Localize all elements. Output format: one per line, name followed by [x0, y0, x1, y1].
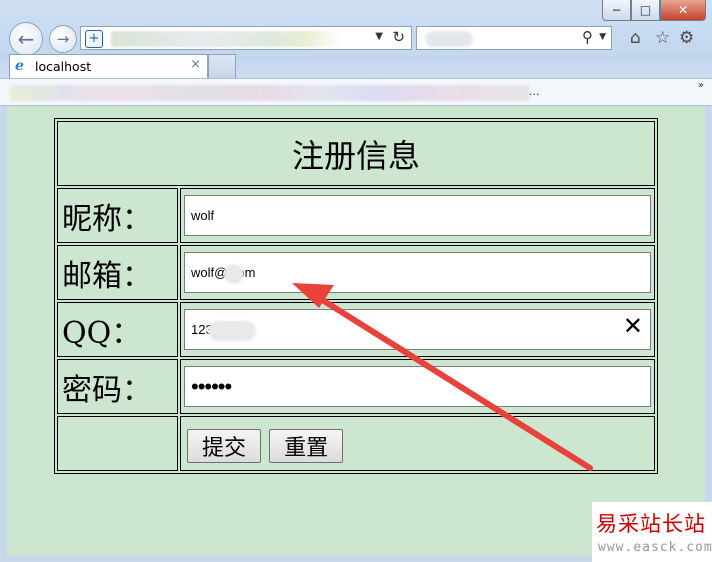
favorites-bar: ... »	[0, 78, 712, 106]
search-box[interactable]: ⚲ ▼	[416, 26, 612, 50]
forward-button[interactable]: →	[49, 25, 77, 53]
minimize-button[interactable]: −	[602, 0, 631, 21]
gear-icon[interactable]: ⚙	[679, 28, 694, 48]
search-text-blurred	[425, 31, 473, 47]
address-url-blurred	[111, 31, 341, 47]
page-content: 注册信息 昵称： 邮箱： QQ： ✕	[7, 106, 705, 556]
address-bar[interactable]: + ▼ ↻	[80, 26, 412, 50]
qq-wrapper: ✕	[184, 309, 651, 350]
back-button[interactable]: ←	[9, 22, 43, 56]
favorites-more-icon[interactable]: »	[698, 80, 704, 91]
form-title: 注册信息	[57, 121, 655, 186]
email-redaction	[224, 264, 244, 284]
watermark-url: www.easck.com	[598, 540, 712, 555]
back-arrow-icon: ←	[17, 27, 35, 51]
ie-logo-icon: e	[15, 58, 24, 74]
password-input[interactable]	[184, 366, 651, 407]
window-controls: − □ ✕	[602, 0, 706, 21]
close-window-button[interactable]: ✕	[660, 0, 706, 21]
search-icon[interactable]: ⚲	[582, 28, 593, 46]
close-tab-icon[interactable]: ×	[190, 57, 201, 72]
watermark: 易采站长站 www.easck.com	[592, 502, 712, 562]
watermark-text: 易采站长站	[596, 512, 706, 536]
email-label: 邮箱：	[57, 245, 178, 300]
qq-label: QQ：	[57, 302, 178, 357]
shield-icon: +	[85, 30, 103, 48]
nickname-cell	[180, 188, 655, 243]
window-frame-left	[0, 106, 7, 562]
qq-cell: ✕	[180, 302, 655, 357]
chevron-down-icon[interactable]: ▼	[599, 32, 606, 42]
email-wrapper	[184, 252, 651, 293]
email-cell	[180, 245, 655, 300]
browser-chrome: − □ ✕ ← → + ▼ ↻ ⚲ ▼ ⌂ ☆ ⚙ e localhost × …	[0, 0, 712, 106]
home-icon[interactable]: ⌂	[630, 28, 641, 48]
tab-title: localhost	[35, 59, 92, 74]
clear-input-icon[interactable]: ✕	[623, 312, 643, 340]
favorites-items-blurred	[10, 85, 530, 101]
tab-localhost[interactable]: e localhost ×	[9, 54, 208, 78]
forward-arrow-icon: →	[56, 30, 70, 48]
nickname-input[interactable]	[184, 195, 651, 236]
favorites-ellipsis: ...	[529, 85, 540, 98]
new-tab-button[interactable]	[208, 54, 236, 78]
password-label: 密码：	[57, 359, 178, 414]
empty-label-cell	[57, 416, 178, 471]
window-frame-right	[705, 106, 712, 562]
star-icon[interactable]: ☆	[655, 28, 670, 48]
password-cell	[180, 359, 655, 414]
email-input[interactable]	[184, 252, 651, 293]
nickname-label: 昵称：	[57, 188, 178, 243]
reset-button[interactable]: 重置	[269, 428, 344, 463]
registration-form: 注册信息 昵称： 邮箱： QQ： ✕	[54, 118, 658, 474]
maximize-button[interactable]: □	[631, 0, 660, 21]
refresh-icon[interactable]: ↻	[392, 28, 405, 46]
chevron-down-icon[interactable]: ▼	[375, 31, 383, 42]
buttons-cell: 提交 重置	[180, 416, 655, 471]
submit-button[interactable]: 提交	[187, 428, 262, 463]
qq-redaction	[208, 321, 256, 341]
